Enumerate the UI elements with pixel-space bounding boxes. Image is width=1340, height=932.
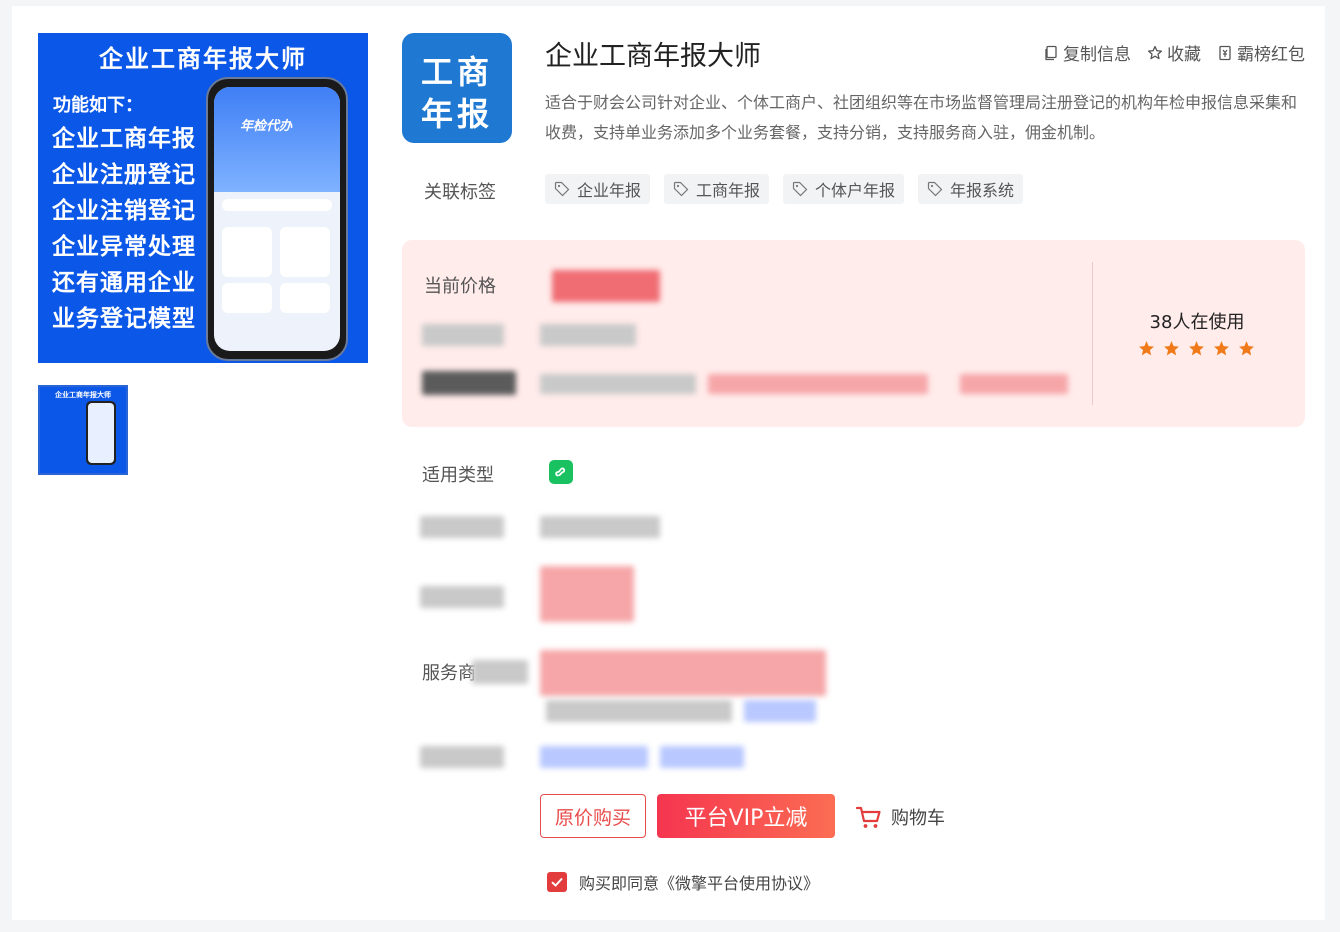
redacted-label	[422, 324, 504, 346]
redacted-value	[960, 374, 1068, 394]
cart-button[interactable]: 购物车	[855, 803, 945, 831]
star-icon	[1214, 341, 1229, 356]
star-icon	[1189, 341, 1204, 356]
agreement-checkbox[interactable]	[547, 872, 567, 892]
tag-label: 年报系统	[950, 181, 1015, 200]
check-icon	[551, 877, 563, 887]
tag-item[interactable]: 工商年报	[664, 174, 770, 204]
image-subtitle: 功能如下：	[53, 95, 143, 116]
red-packet-icon	[1219, 45, 1231, 60]
tag-icon	[927, 181, 943, 197]
cart-icon	[855, 806, 881, 828]
redacted-link[interactable]	[744, 700, 816, 722]
star-rating	[1138, 340, 1255, 357]
image-line: 企业注册登记	[52, 161, 196, 188]
original-price-buy-button[interactable]: 原价购买	[540, 794, 646, 838]
redacted-value	[546, 700, 732, 722]
mini-program-icon[interactable]	[549, 460, 573, 484]
tag-item[interactable]: 个体户年报	[783, 174, 905, 204]
vip-discount-button[interactable]: 平台VIP立减	[657, 794, 835, 838]
favorite-button[interactable]: 收藏	[1147, 40, 1201, 65]
image-thumbnail[interactable]: 企业工商年报大师	[38, 385, 128, 475]
favorite-label: 收藏	[1167, 45, 1201, 65]
redacted-link[interactable]	[660, 746, 744, 768]
copy-info-button[interactable]: 复制信息	[1043, 40, 1131, 65]
agreement-text[interactable]: 购买即同意《微擎平台使用协议》	[579, 870, 819, 894]
redacted-value	[540, 516, 660, 538]
tag-icon	[673, 181, 689, 197]
tag-icon	[554, 181, 570, 197]
image-banner: 企业工商年报大师	[99, 44, 307, 73]
redacted-value	[540, 324, 636, 346]
tag-label: 企业年报	[577, 181, 642, 200]
image-line: 企业注销登记	[52, 197, 196, 224]
thumb-banner: 企业工商年报大师	[55, 391, 111, 399]
product-description: 适合于财会公司针对企业、个体工商户、社团组织等在市场监督管理局注册登记的机构年检…	[545, 93, 1298, 142]
redacted-value	[540, 566, 634, 622]
ranking-label: 霸榜红包	[1237, 45, 1305, 65]
ranking-redpacket-button[interactable]: 霸榜红包	[1217, 40, 1305, 65]
logo-line-1: 工商	[420, 53, 493, 91]
product-title: 企业工商年报大师	[545, 41, 761, 72]
redacted-label	[422, 371, 516, 395]
copy-info-label: 复制信息	[1063, 45, 1131, 65]
redacted-label	[420, 746, 504, 768]
image-line: 企业工商年报	[52, 125, 196, 152]
copy-icon	[1045, 45, 1057, 60]
agreement-row: 购买即同意《微擎平台使用协议》	[547, 870, 819, 894]
users-count: 38人在使用	[1149, 312, 1245, 333]
tag-list: 企业年报 工商年报 个体户年报 年报系统	[545, 174, 1024, 204]
price-label: 当前价格	[424, 276, 496, 297]
image-line: 企业异常处理	[52, 233, 196, 260]
logo-line-2: 年报	[420, 95, 493, 133]
star-icon	[1164, 341, 1179, 356]
action-bar: 复制信息 收藏 霸榜红包	[1043, 40, 1305, 65]
product-logo: 工商 年报	[402, 33, 512, 143]
redacted-value	[540, 650, 826, 696]
price-value-redacted	[552, 270, 660, 302]
tag-item[interactable]: 企业年报	[545, 174, 651, 204]
phone-hero-text: 年检代办	[240, 119, 293, 134]
product-main-image[interactable]: 企业工商年报大师 功能如下： 企业工商年报 企业注册登记 企业注销登记 企业异常…	[38, 33, 368, 363]
price-panel: 当前价格 38人在使用	[402, 240, 1305, 427]
tag-icon	[792, 181, 808, 197]
redacted-link[interactable]	[540, 746, 648, 768]
tags-label: 关联标签	[424, 182, 496, 203]
tag-label: 个体户年报	[815, 181, 896, 200]
redacted-value	[540, 374, 696, 394]
image-feature-lines: 企业工商年报 企业注册登记 企业注销登记 企业异常处理 还有通用企业 业务登记模…	[52, 121, 196, 337]
star-icon	[1239, 341, 1254, 356]
tag-item[interactable]: 年报系统	[918, 174, 1024, 204]
redacted-label	[420, 516, 504, 538]
phone-mockup: 年检代办	[206, 77, 348, 361]
image-line: 业务登记模型	[52, 305, 196, 332]
type-label: 适用类型	[422, 465, 494, 486]
star-outline-icon	[1147, 45, 1163, 59]
service-label: 服务商	[422, 663, 476, 684]
product-card: 企业工商年报大师 功能如下： 企业工商年报 企业注册登记 企业注销登记 企业异常…	[12, 6, 1325, 920]
star-icon	[1139, 341, 1154, 356]
tag-label: 工商年报	[696, 181, 761, 200]
redacted-label	[420, 586, 504, 608]
cart-label: 购物车	[891, 808, 945, 829]
redacted-label-tail	[472, 660, 528, 684]
redacted-value	[708, 374, 928, 394]
image-line: 还有通用企业	[52, 269, 196, 296]
